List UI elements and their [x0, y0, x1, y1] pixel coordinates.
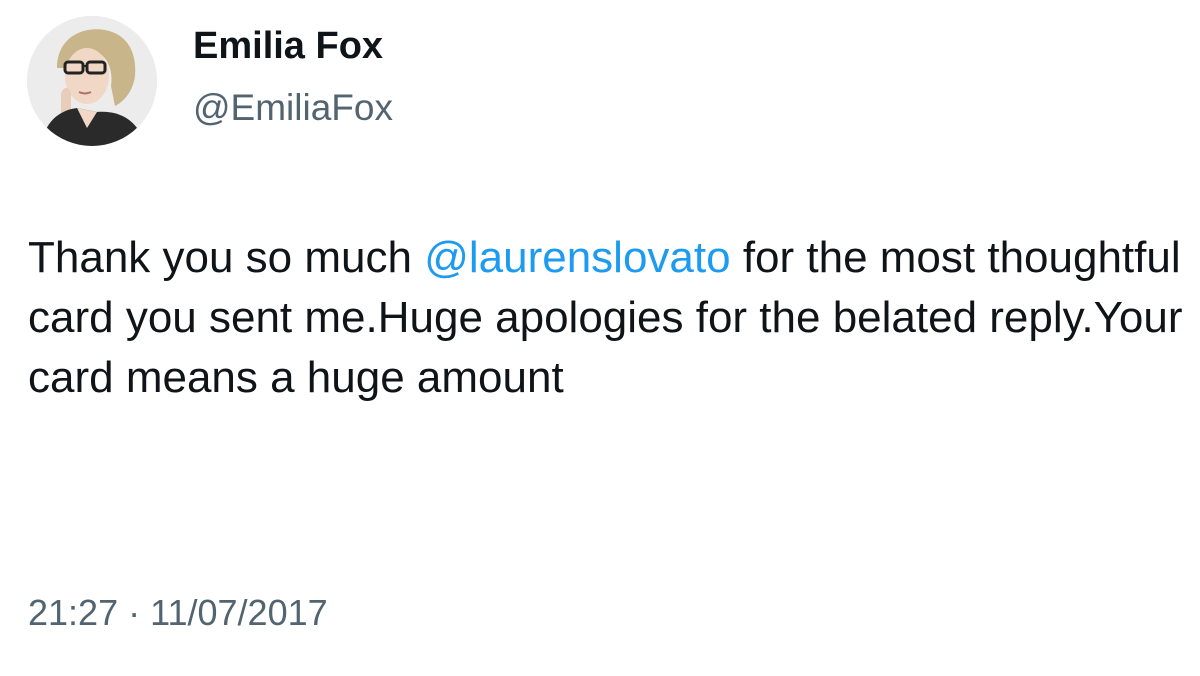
- timestamp-separator: ·: [128, 592, 141, 633]
- avatar-photo: [27, 16, 157, 146]
- timestamp[interactable]: 21:27 · 11/07/2017: [28, 588, 328, 638]
- user-handle[interactable]: @EmiliaFox: [193, 82, 393, 134]
- tweet-text-start: Thank you so much: [28, 233, 425, 282]
- tweet-date: 11/07/2017: [150, 592, 328, 633]
- tweet-time: 21:27: [28, 592, 119, 633]
- tweet-card: Emilia Fox @EmiliaFox Thank you so much …: [0, 0, 1200, 676]
- tweet-text: Thank you so much @laurenslovato for the…: [28, 228, 1188, 408]
- avatar[interactable]: [27, 16, 157, 146]
- mention-link[interactable]: @laurenslovato: [424, 233, 730, 282]
- display-name[interactable]: Emilia Fox: [193, 20, 383, 72]
